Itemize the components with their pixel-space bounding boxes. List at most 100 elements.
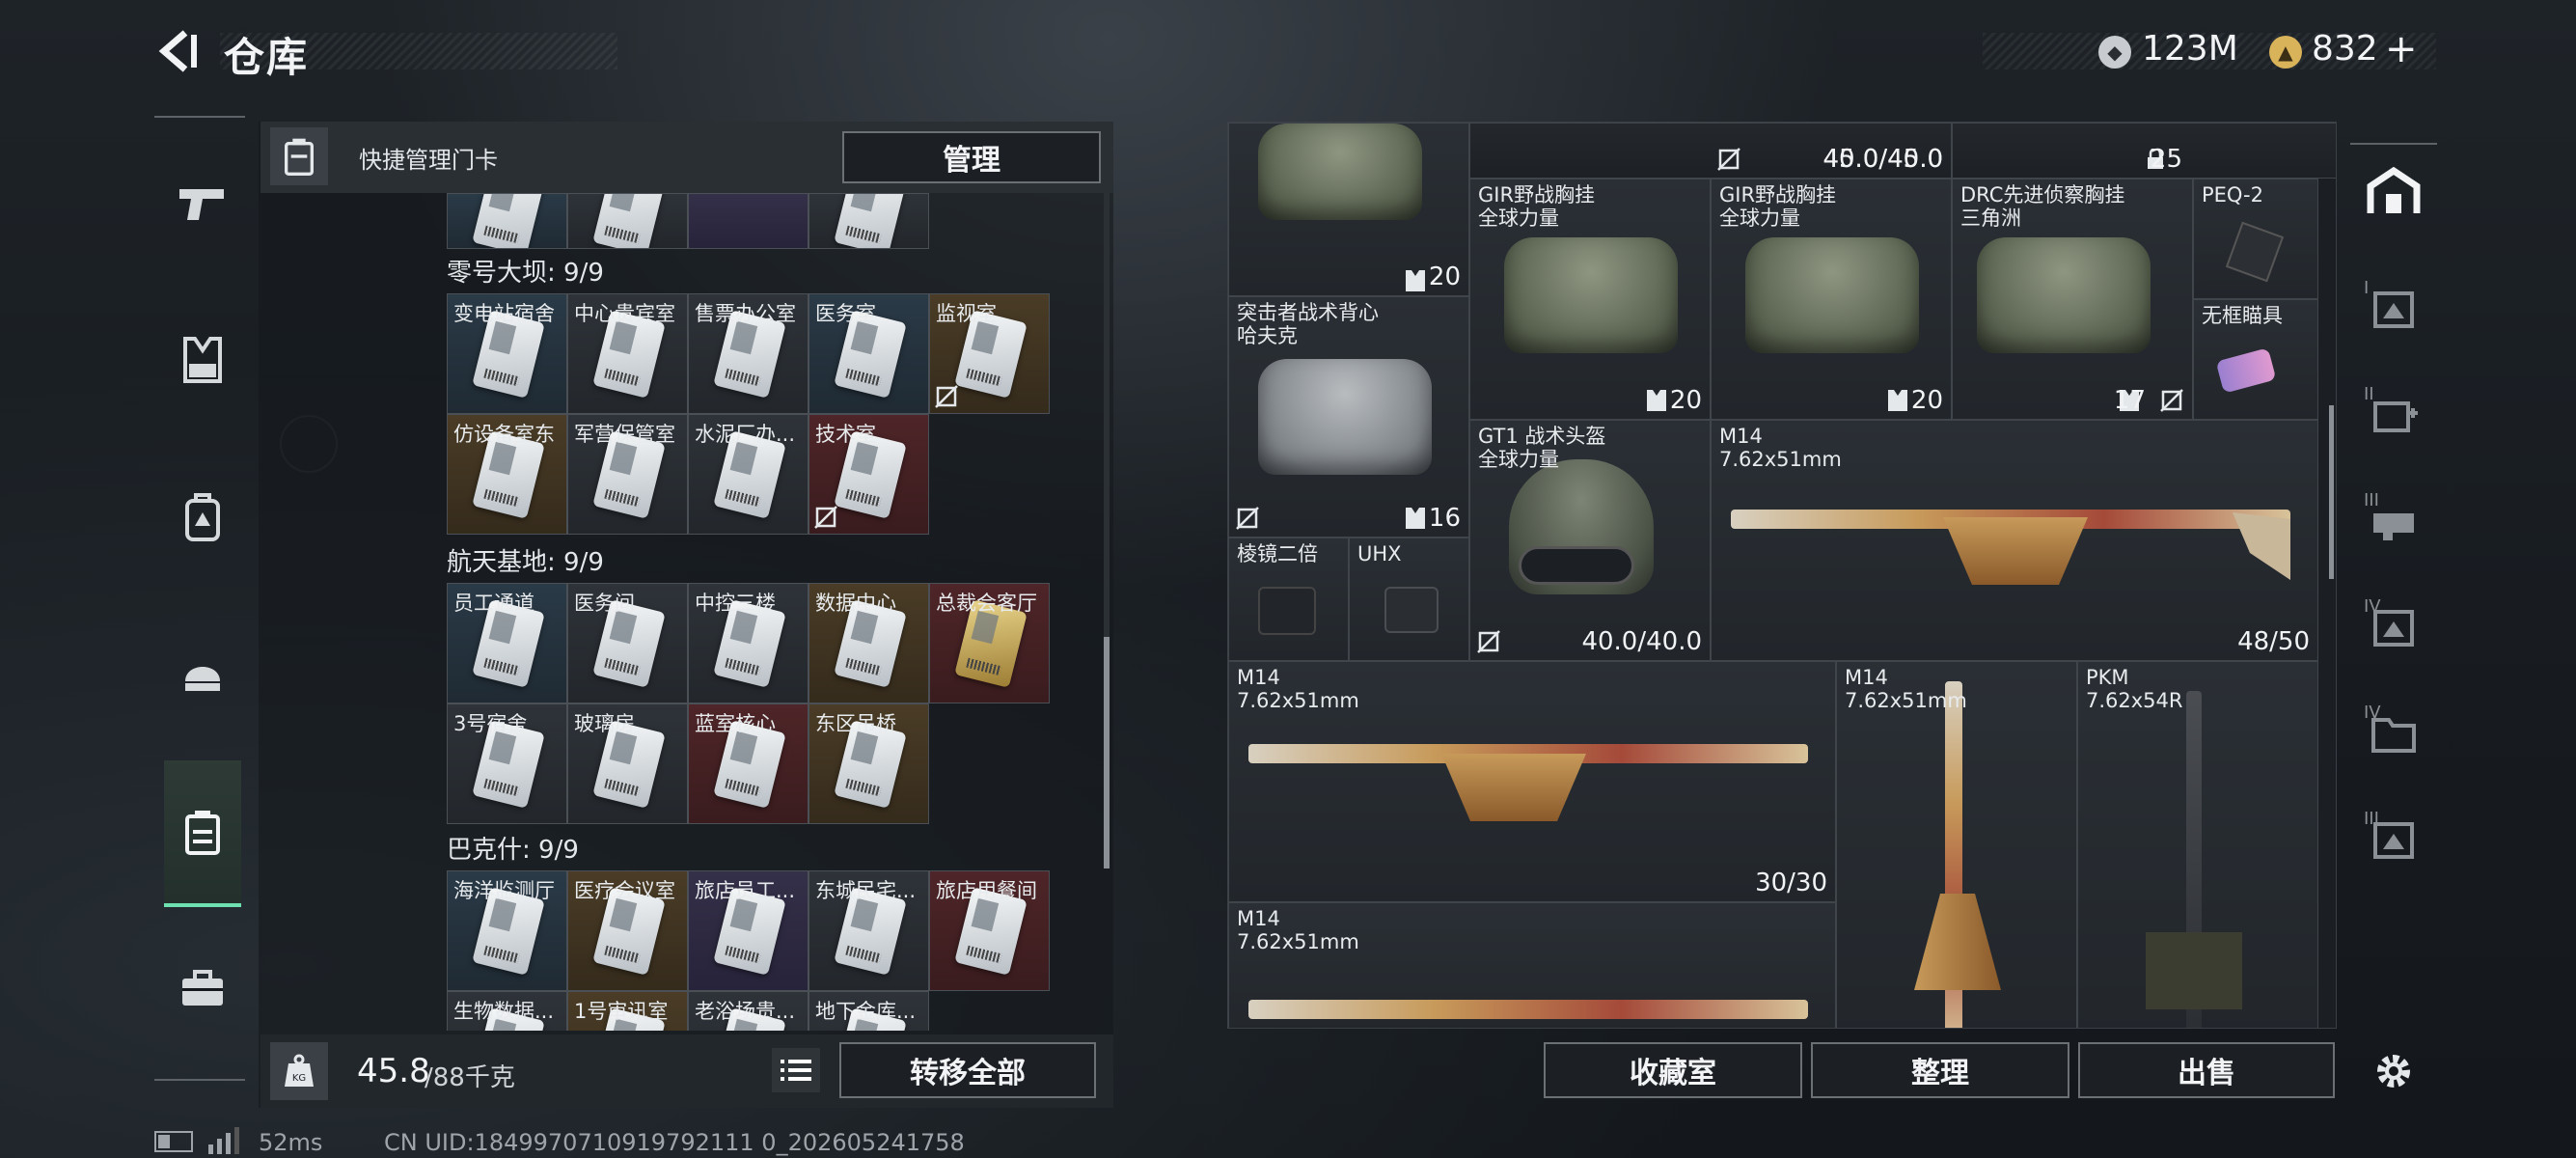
item-frameless-sight[interactable]: 无框瞄具 <box>2193 299 2318 420</box>
inventory-grid[interactable]: 20 40.0/40.0 45.0/45.0 25 GIR野战胸挂 全球力量 2… <box>1227 122 2337 1029</box>
keycard-slot[interactable]: 海洋监测厅 <box>447 870 567 991</box>
item-armor-2[interactable]: 45.0/45.0 <box>1711 123 1952 179</box>
keycard-slot[interactable]: 东城民宅... <box>808 870 929 991</box>
gear-icon <box>2377 1055 2410 1088</box>
keycard-slot[interactable]: 员工通道 <box>447 583 567 703</box>
section-title-dam: 零号大坝: 9/9 <box>447 259 604 288</box>
keycard-slot[interactable]: 生物数据... <box>447 991 567 1031</box>
keycard-label: 旅店用餐间 <box>936 879 1037 902</box>
transfer-all-button[interactable]: 转移全部 <box>839 1042 1096 1098</box>
item-backpack-top[interactable]: 20 <box>1228 123 1469 296</box>
list-view-button[interactable] <box>772 1048 820 1092</box>
nav-tools[interactable] <box>164 950 241 1027</box>
item-gt1-helmet[interactable]: GT1 战术头盔 全球力量 40.0/40.0 <box>1469 420 1711 661</box>
keycard-slot[interactable]: 中心贵宾室 <box>567 293 688 414</box>
storage-tabs-nav: I II III IV IV III <box>2350 116 2441 1088</box>
storage-tab-main[interactable] <box>2350 143 2437 239</box>
keycard-scroll-area[interactable]: 零号大坝: 9/9 变电站宿舍 中心贵宾室 售票办公室 医务室 监视室仿设备室东 军营保管… <box>260 193 1100 1031</box>
collection-room-button[interactable]: 收藏室 <box>1544 1042 1802 1098</box>
keycard-slot[interactable]: 蓝室核心 <box>688 703 808 824</box>
item-m14-4[interactable]: M14 7.62x51mm <box>1228 902 1836 1028</box>
no-lock-icon <box>2160 389 2183 412</box>
keycard-label: 总裁会客厅 <box>936 592 1037 615</box>
keycard-label: 1号审讯室 <box>574 1000 669 1023</box>
storage-tab-4[interactable]: IV <box>2350 579 2437 676</box>
item-m14-3[interactable]: M14 7.62x51mm <box>1836 661 2077 1028</box>
item-drc-vest[interactable]: DRC先进侦察胸挂 三角洲 17 <box>1952 179 2193 420</box>
keycard-slot[interactable]: 监视室 <box>929 293 1050 414</box>
sort-button[interactable]: 整理 <box>1811 1042 2069 1098</box>
section-grid-bakesh: 海洋监测厅 医疗会议室 旅店员工... 东城民宅... 旅店用餐间生物数据... 1号审讯… <box>447 870 1050 1031</box>
vest-icon <box>1888 390 1907 411</box>
item-m14-1[interactable]: M14 7.62x51mm 48/50 <box>1711 420 2318 661</box>
keycard-slot[interactable]: 3号宿舍 <box>447 703 567 824</box>
keycard-slot[interactable]: 东区吊桥 <box>808 703 929 824</box>
keycard-label: 3号宿舍 <box>453 712 528 735</box>
left-scrollbar-thumb[interactable] <box>1104 637 1110 868</box>
storage-tab-6[interactable]: III <box>2350 791 2437 888</box>
item-raider-vest[interactable]: 突击者战术背心 哈夫克 16 <box>1228 296 1469 538</box>
item-uhx[interactable]: UHX <box>1349 538 1469 661</box>
keycard-slot[interactable]: 中控三楼 <box>688 583 808 703</box>
keycard-slot[interactable]: 总裁会客厅 <box>929 583 1050 703</box>
keycard-label: 旅店员工... <box>695 879 796 902</box>
vest-icon <box>1406 508 1425 529</box>
manage-button[interactable]: 管理 <box>842 131 1101 183</box>
keycard-slot[interactable]: 老浴场贵... <box>688 991 808 1031</box>
nav-backpacks[interactable] <box>164 479 241 556</box>
item-gir-vest-2[interactable]: GIR野战胸挂 全球力量 20 <box>1711 179 1952 420</box>
keycard-label: 水泥厂办... <box>695 423 796 446</box>
battery-icon <box>154 1131 193 1152</box>
back-button[interactable] <box>154 27 203 75</box>
keycard-slot[interactable]: 医务间 <box>567 583 688 703</box>
item-peq2[interactable]: PEQ-2 <box>2193 179 2318 299</box>
storage-tab-1[interactable]: I <box>2350 261 2437 357</box>
right-scrollbar-thumb[interactable] <box>2329 405 2334 579</box>
keycard-slot[interactable]: 旅店用餐间 <box>929 870 1050 991</box>
keycard-label: 中控三楼 <box>695 592 776 615</box>
keycard-slot[interactable]: 地下金库... <box>808 991 929 1031</box>
item-consumable[interactable]: 25 <box>1952 123 2336 179</box>
keycard-slot[interactable]: 玻璃房 <box>567 703 688 824</box>
item-m14-2[interactable]: M14 7.62x51mm 30/30 <box>1228 661 1836 902</box>
keycard-label: 生物数据... <box>453 1000 555 1023</box>
item-gir-vest-1[interactable]: GIR野战胸挂 全球力量 20 <box>1469 179 1711 420</box>
keycard-label: 变电站宿舍 <box>453 302 555 325</box>
ping-value: 52ms <box>259 1129 323 1156</box>
keycard-label: 监视室 <box>936 302 997 325</box>
signal-icon <box>206 1127 245 1154</box>
gold-coin-icon: ▲ <box>2269 36 2302 69</box>
vest-icon <box>1406 270 1425 291</box>
svg-text:KG: KG <box>292 1073 306 1084</box>
weight-icon-box: KG <box>270 1042 328 1100</box>
keycard-slot[interactable]: 仿设备室东 <box>447 414 567 535</box>
add-currency-button[interactable]: + <box>2385 27 2418 71</box>
keycard-slot[interactable]: 医疗会议室 <box>567 870 688 991</box>
keycard-slot[interactable]: 军营保管室 <box>567 414 688 535</box>
storage-tab-2[interactable]: II <box>2350 367 2437 463</box>
keycard-slot[interactable]: 售票办公室 <box>688 293 808 414</box>
keycard-slot[interactable]: 数据中心 <box>808 583 929 703</box>
keycard-label: 军营保管室 <box>574 423 675 446</box>
keycard-slot[interactable]: 技术室 <box>808 414 929 535</box>
keycard-label: 员工通道 <box>453 592 534 615</box>
sell-button[interactable]: 出售 <box>2078 1042 2335 1098</box>
keycard-slot[interactable]: 医务室 <box>808 293 929 414</box>
keycard-slot[interactable]: 变电站宿舍 <box>447 293 567 414</box>
user-uid: CN UID:1849970710919792111 0_20260524175… <box>384 1129 965 1156</box>
item-2x-prism-scope[interactable]: 棱镜二倍 <box>1228 538 1349 661</box>
keycard-slot[interactable]: 1号审讯室 <box>567 991 688 1031</box>
nav-keycards[interactable] <box>164 760 241 907</box>
item-pkm[interactable]: PKM 7.62x54R <box>2077 661 2318 1028</box>
nav-weapons[interactable] <box>164 166 241 243</box>
helmet-icon <box>185 667 220 691</box>
storage-tab-3[interactable]: III <box>2350 473 2437 569</box>
keycard-slot[interactable]: 水泥厂办... <box>688 414 808 535</box>
keycard-slot[interactable]: 旅店员工... <box>688 870 808 991</box>
settings-button[interactable] <box>2350 1023 2437 1119</box>
vest-icon <box>1647 390 1666 411</box>
nav-vests[interactable] <box>164 322 241 400</box>
nav-helmets[interactable] <box>164 635 241 712</box>
storage-tab-5[interactable]: IV <box>2350 685 2437 782</box>
silver-coin-icon: ◆ <box>2098 36 2131 69</box>
